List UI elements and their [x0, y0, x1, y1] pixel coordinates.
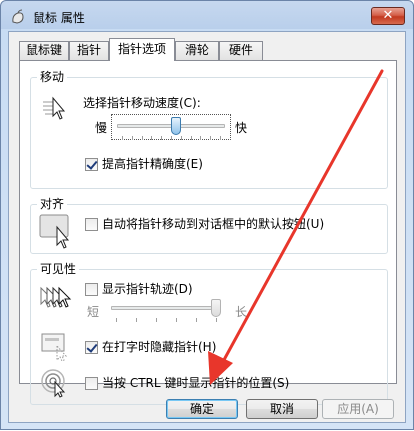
trails-slider-thumb[interactable]: [211, 299, 221, 317]
slider-tick: [136, 318, 137, 322]
trails-slider-ticks: [111, 318, 221, 322]
slider-tick: [141, 136, 143, 140]
pointer-trails-label: 显示指针轨迹(D): [102, 282, 193, 296]
mouse-icon: [12, 9, 24, 24]
speed-slider-ticks: [117, 136, 225, 140]
slider-tick: [220, 136, 221, 140]
slider-tick: [180, 136, 182, 140]
slider-tick: [122, 136, 123, 140]
title-bar[interactable]: 鼠标 属性 ✕: [1, 1, 413, 31]
slider-tick: [216, 318, 217, 322]
ctrl-locate-icon: [41, 369, 66, 398]
slider-tick: [161, 136, 163, 140]
dialog-client: 鼠标键 指针 指针选项 滑轮 硬件 移动 选择指针移动速度(C): 慢 快 提高…: [8, 31, 406, 423]
snap-to-default-checkbox[interactable]: [85, 218, 98, 231]
ctrl-show-location-checkbox[interactable]: [85, 377, 98, 390]
window-title: 鼠标 属性: [33, 11, 85, 25]
close-button[interactable]: ✕: [371, 7, 405, 25]
speed-label: 选择指针移动速度(C):: [83, 96, 201, 110]
trails-slider-track[interactable]: [111, 306, 221, 310]
enhance-precision-label: 提高指针精确度(E): [102, 157, 203, 171]
tab-buttons[interactable]: 鼠标键: [19, 41, 69, 60]
speed-slider-thumb[interactable]: [170, 117, 181, 135]
apply-button[interactable]: 应用(A): [322, 399, 394, 419]
pointer-trails-checkbox[interactable]: [85, 283, 98, 296]
motion-group: 移动 选择指针移动速度(C): 慢 快 提高指针精确度(E): [30, 69, 388, 189]
enhance-precision-checkbox[interactable]: [85, 158, 98, 171]
slider-tick: [156, 318, 157, 322]
tab-pointer-options[interactable]: 指针选项: [109, 38, 175, 61]
slider-tick: [200, 136, 202, 140]
tab-hardware[interactable]: 硬件: [219, 41, 263, 60]
tab-pointers[interactable]: 指针: [69, 41, 109, 60]
slider-tick: [190, 136, 192, 140]
snap-to-group-title: 对齐: [37, 196, 68, 212]
mouse-properties-window: 鼠标 属性 ✕ 鼠标键 指针 指针选项 滑轮 硬件 移动 选择指针移动速度(C)…: [0, 0, 414, 430]
snap-to-group: 对齐 自动将指针移动到对话框中的默认按钮(U): [30, 196, 388, 254]
pointer-trails-icon: [40, 286, 72, 308]
hide-while-typing-checkbox[interactable]: [85, 341, 98, 354]
visibility-group-title: 可见性: [37, 261, 80, 277]
hide-while-typing-label: 在打字时隐藏指针(H): [102, 340, 217, 354]
pointer-speed-icon: [43, 96, 66, 120]
slider-tick: [151, 136, 153, 140]
hide-while-typing-icon: [41, 333, 68, 362]
slider-tick: [176, 318, 177, 322]
ok-button[interactable]: 确定: [166, 399, 238, 419]
snap-to-button-icon: [39, 214, 70, 249]
snap-to-default-label: 自动将指针移动到对话框中的默认按钮(U): [102, 217, 325, 231]
long-label: 长: [235, 305, 248, 319]
slider-tick: [171, 136, 172, 140]
pointer-options-panel: 移动 选择指针移动速度(C): 慢 快 提高指针精确度(E) 对齐 自动将指针移…: [19, 60, 397, 405]
short-label: 短: [87, 305, 100, 319]
motion-group-title: 移动: [37, 69, 68, 85]
visibility-group: 可见性 显示指针轨迹(D) 短 长 在打字时隐藏指针(H) 当按 CTRL 键时…: [30, 261, 388, 405]
slow-label: 慢: [95, 121, 108, 135]
fast-label: 快: [235, 121, 248, 135]
tab-wheel[interactable]: 滑轮: [175, 41, 219, 60]
slider-tick: [116, 318, 117, 322]
slider-tick: [210, 136, 212, 140]
slider-tick: [131, 136, 133, 140]
ctrl-show-location-label: 当按 CTRL 键时显示指针的位置(S): [102, 376, 290, 390]
cancel-button[interactable]: 取消: [246, 399, 318, 419]
slider-tick: [196, 318, 197, 322]
